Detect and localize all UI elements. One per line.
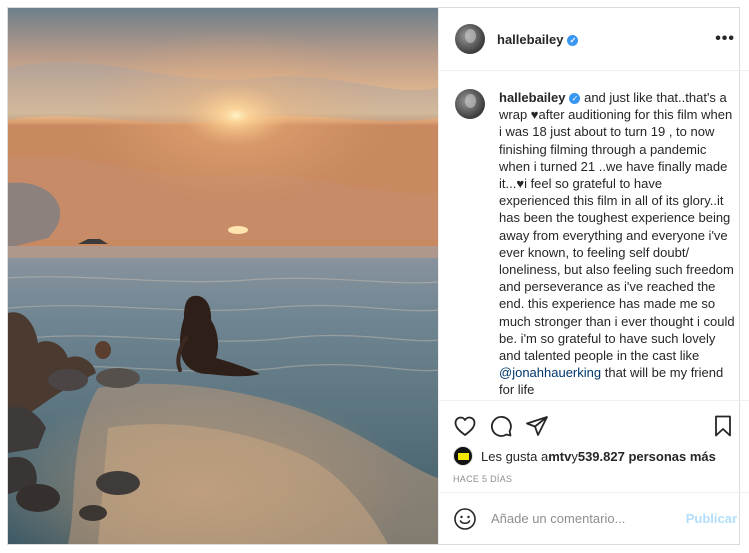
mention-link[interactable]: @jonahhauerking	[499, 365, 601, 380]
likes-count[interactable]: 539.827 personas más	[578, 449, 716, 464]
caption-avatar[interactable]	[455, 89, 485, 119]
bookmark-icon[interactable]	[711, 414, 735, 438]
post-header: hallebailey ✓ •••	[439, 8, 749, 71]
add-comment-bar: Publicar	[439, 492, 749, 544]
caption-username[interactable]: hallebailey	[499, 90, 565, 105]
post-sidebar: hallebailey ✓ ••• hallebailey ✓ and just l…	[438, 8, 749, 544]
header-username[interactable]: hallebailey ✓	[497, 32, 579, 47]
mtv-avatar-icon[interactable]	[453, 446, 473, 466]
comments-area: hallebailey ✓ and just like that..that's …	[439, 71, 749, 400]
post-photo[interactable]	[8, 8, 438, 544]
comment-icon[interactable]	[489, 414, 513, 438]
black-heart-emoji: ♥	[530, 107, 539, 123]
caption-text: hallebailey ✓ and just like that..that's …	[499, 89, 735, 400]
action-icons	[453, 411, 735, 441]
comment-input[interactable]	[489, 510, 686, 527]
username-text[interactable]: hallebailey	[497, 32, 563, 47]
likes-line: Les gusta a mtv y 539.827 personas más	[453, 446, 735, 466]
avatar[interactable]	[455, 24, 485, 54]
post-card: hallebailey ✓ ••• hallebailey ✓ and just l…	[7, 7, 749, 545]
likes-prefix: Les gusta a	[481, 448, 549, 464]
publish-button[interactable]: Publicar	[686, 511, 737, 526]
paper-plane-icon[interactable]	[525, 414, 549, 438]
action-bar: Les gusta a mtv y 539.827 personas más H…	[439, 400, 749, 492]
verified-badge-icon: ✓	[567, 34, 579, 46]
heart-emoji: ♥	[516, 176, 525, 192]
caption-part-3: i feel so grateful to have experienced t…	[499, 176, 735, 364]
smiley-icon[interactable]	[453, 507, 477, 531]
heart-icon[interactable]	[453, 414, 477, 438]
post-timestamp[interactable]: HACE 5 DÍAS	[453, 474, 735, 484]
verified-badge-icon: ✓	[569, 93, 581, 104]
liker-username[interactable]: mtv	[548, 449, 571, 464]
more-options-icon[interactable]: •••	[715, 30, 735, 48]
sunset-sea-photo	[8, 8, 438, 544]
